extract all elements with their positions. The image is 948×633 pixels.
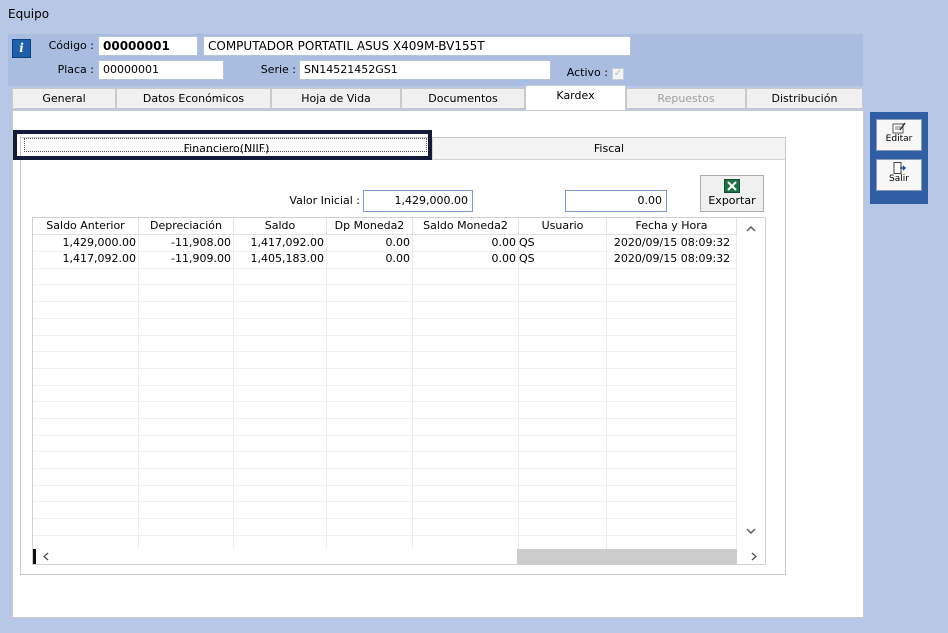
tab-hoja-de-vida[interactable]: Hoja de Vida bbox=[271, 88, 401, 109]
col-header-depreciacion[interactable]: Depreciación bbox=[139, 218, 234, 235]
col-header-saldo-moneda2[interactable]: Saldo Moneda2 bbox=[413, 218, 519, 235]
table-cell[interactable]: 0.00 bbox=[413, 251, 519, 267]
table-cell[interactable]: 1,417,092.00 bbox=[234, 235, 327, 251]
grid-row-line bbox=[33, 485, 737, 486]
tab-datos-economicos[interactable]: Datos Económicos bbox=[116, 88, 271, 109]
grid-row-line bbox=[33, 435, 737, 436]
tab-distribucion[interactable]: Distribución bbox=[746, 88, 863, 109]
grid-row-line bbox=[33, 385, 737, 386]
table-cell[interactable]: 2020/09/15 08:09:32 bbox=[607, 235, 737, 251]
exportar-label: Exportar bbox=[708, 194, 756, 207]
codigo-label: Código : bbox=[48, 39, 94, 52]
info-icon[interactable]: i bbox=[12, 39, 31, 58]
scroll-up-icon[interactable] bbox=[737, 222, 765, 236]
grid-col-divider bbox=[606, 235, 607, 552]
subtab-fiscal[interactable]: Fiscal bbox=[432, 138, 785, 160]
descripcion-field[interactable]: COMPUTADOR PORTATIL ASUS X409M-BV155T bbox=[203, 36, 631, 56]
grid-row-line bbox=[33, 318, 737, 319]
grid-row-line bbox=[33, 418, 737, 419]
horizontal-scroll-thumb[interactable] bbox=[517, 549, 737, 564]
exit-door-icon bbox=[893, 162, 906, 174]
grid-row-line bbox=[33, 335, 737, 336]
kardex-grid[interactable]: Saldo Anterior Depreciación Saldo Dp Mon… bbox=[32, 217, 766, 565]
activo-checkbox[interactable]: ✓ bbox=[612, 68, 624, 80]
grid-row-line bbox=[33, 268, 737, 269]
grid-row-line bbox=[33, 501, 737, 502]
tab-kardex[interactable]: Kardex bbox=[525, 85, 626, 110]
grid-col-divider bbox=[233, 235, 234, 552]
activo-label: Activo : bbox=[566, 66, 608, 79]
codigo-field[interactable]: 00000001 bbox=[98, 36, 198, 56]
row-indicator bbox=[33, 549, 36, 564]
col-header-fecha-hora[interactable]: Fecha y Hora bbox=[607, 218, 737, 235]
grid-row-line bbox=[33, 284, 737, 285]
placa-field[interactable]: 00000001 bbox=[98, 60, 224, 80]
excel-icon bbox=[724, 179, 740, 193]
grid-row-line bbox=[33, 518, 737, 519]
valor-inicial-field[interactable]: 1,429,000.00 bbox=[363, 190, 473, 212]
grid-col-divider bbox=[518, 235, 519, 552]
side-toolbar: Editar Salir bbox=[870, 112, 928, 204]
col-header-saldo-anterior[interactable]: Saldo Anterior bbox=[33, 218, 139, 235]
grid-row-line bbox=[33, 351, 737, 352]
grid-row-line bbox=[33, 451, 737, 452]
table-cell[interactable]: 0.00 bbox=[327, 235, 413, 251]
table-cell[interactable]: -11,909.00 bbox=[139, 251, 234, 267]
tab-documentos[interactable]: Documentos bbox=[401, 88, 525, 109]
grid-col-divider bbox=[412, 235, 413, 552]
col-header-saldo[interactable]: Saldo bbox=[234, 218, 327, 235]
table-cell[interactable]: 1,417,092.00 bbox=[33, 251, 139, 267]
table-cell[interactable]: -11,908.00 bbox=[139, 235, 234, 251]
valor-second-field[interactable]: 0.00 bbox=[565, 190, 667, 212]
serie-field[interactable]: SN14521452GS1 bbox=[299, 60, 551, 80]
editar-button[interactable]: Editar bbox=[876, 119, 922, 151]
salir-label: Salir bbox=[889, 174, 909, 184]
grid-row-line bbox=[33, 401, 737, 402]
table-cell[interactable]: QS bbox=[516, 235, 604, 251]
grid-row-line bbox=[33, 368, 737, 369]
col-header-usuario[interactable]: Usuario bbox=[519, 218, 607, 235]
focus-highlight bbox=[13, 130, 432, 160]
grid-row-line bbox=[33, 468, 737, 469]
grid-row-line bbox=[33, 535, 737, 536]
col-header-dp-moneda2[interactable]: Dp Moneda2 bbox=[327, 218, 413, 235]
scroll-right-icon[interactable] bbox=[747, 549, 761, 564]
placa-label: Placa : bbox=[57, 63, 94, 76]
editar-label: Editar bbox=[885, 134, 913, 144]
title-bar bbox=[0, 0, 948, 30]
grid-row-line bbox=[33, 301, 737, 302]
tab-repuestos[interactable]: Repuestos bbox=[626, 88, 746, 109]
table-cell[interactable]: 0.00 bbox=[327, 251, 413, 267]
salir-button[interactable]: Salir bbox=[876, 159, 922, 191]
serie-label: Serie : bbox=[260, 63, 296, 76]
table-cell[interactable]: 1,405,183.00 bbox=[234, 251, 327, 267]
scroll-down-icon[interactable] bbox=[737, 524, 765, 538]
table-cell[interactable]: QS bbox=[516, 251, 604, 267]
vertical-scrollbar[interactable] bbox=[737, 218, 765, 552]
exportar-button[interactable]: Exportar bbox=[700, 175, 764, 212]
grid-col-divider bbox=[138, 235, 139, 552]
table-cell[interactable]: 1,429,000.00 bbox=[33, 235, 139, 251]
scroll-left-icon[interactable] bbox=[39, 549, 53, 564]
table-cell[interactable]: 2020/09/15 08:09:32 bbox=[607, 251, 737, 267]
tab-general[interactable]: General bbox=[12, 88, 116, 109]
window-title: Equipo bbox=[8, 7, 50, 21]
grid-col-divider bbox=[326, 235, 327, 552]
table-cell[interactable]: 0.00 bbox=[413, 235, 519, 251]
valor-inicial-label: Valor Inicial : bbox=[289, 194, 360, 207]
edit-icon bbox=[892, 122, 906, 134]
horizontal-scrollbar[interactable] bbox=[33, 549, 765, 564]
